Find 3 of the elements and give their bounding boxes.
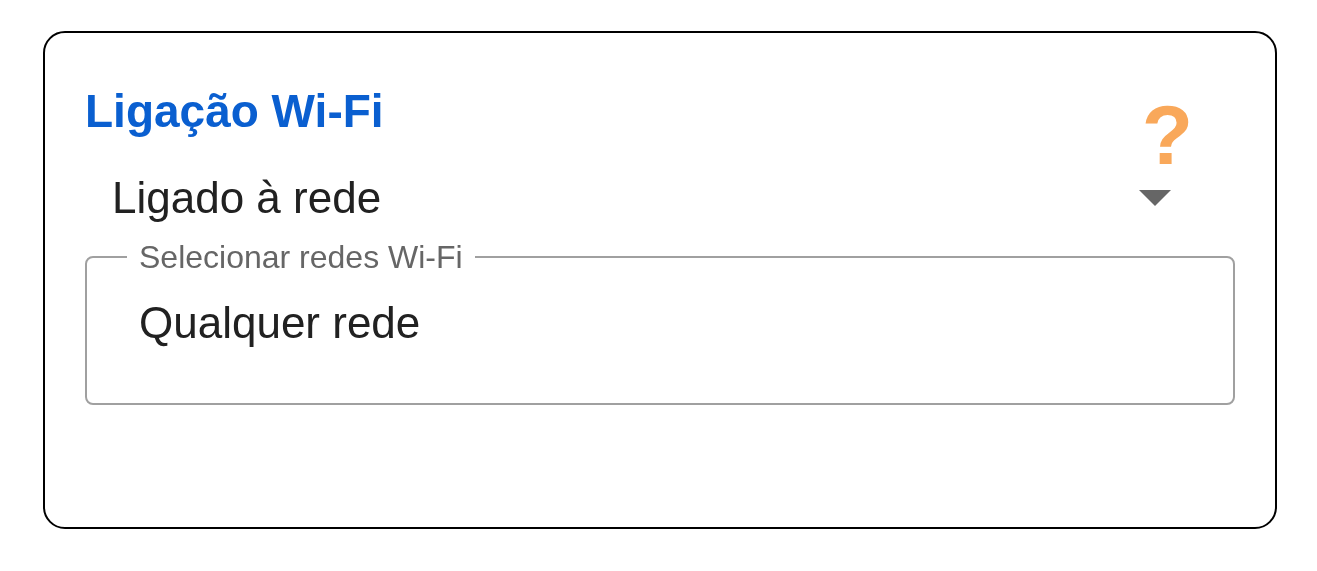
card-title: Ligação Wi-Fi <box>85 84 384 139</box>
caret-icon <box>1139 190 1171 206</box>
field-label: Selecionar redes Wi-Fi <box>139 239 463 275</box>
